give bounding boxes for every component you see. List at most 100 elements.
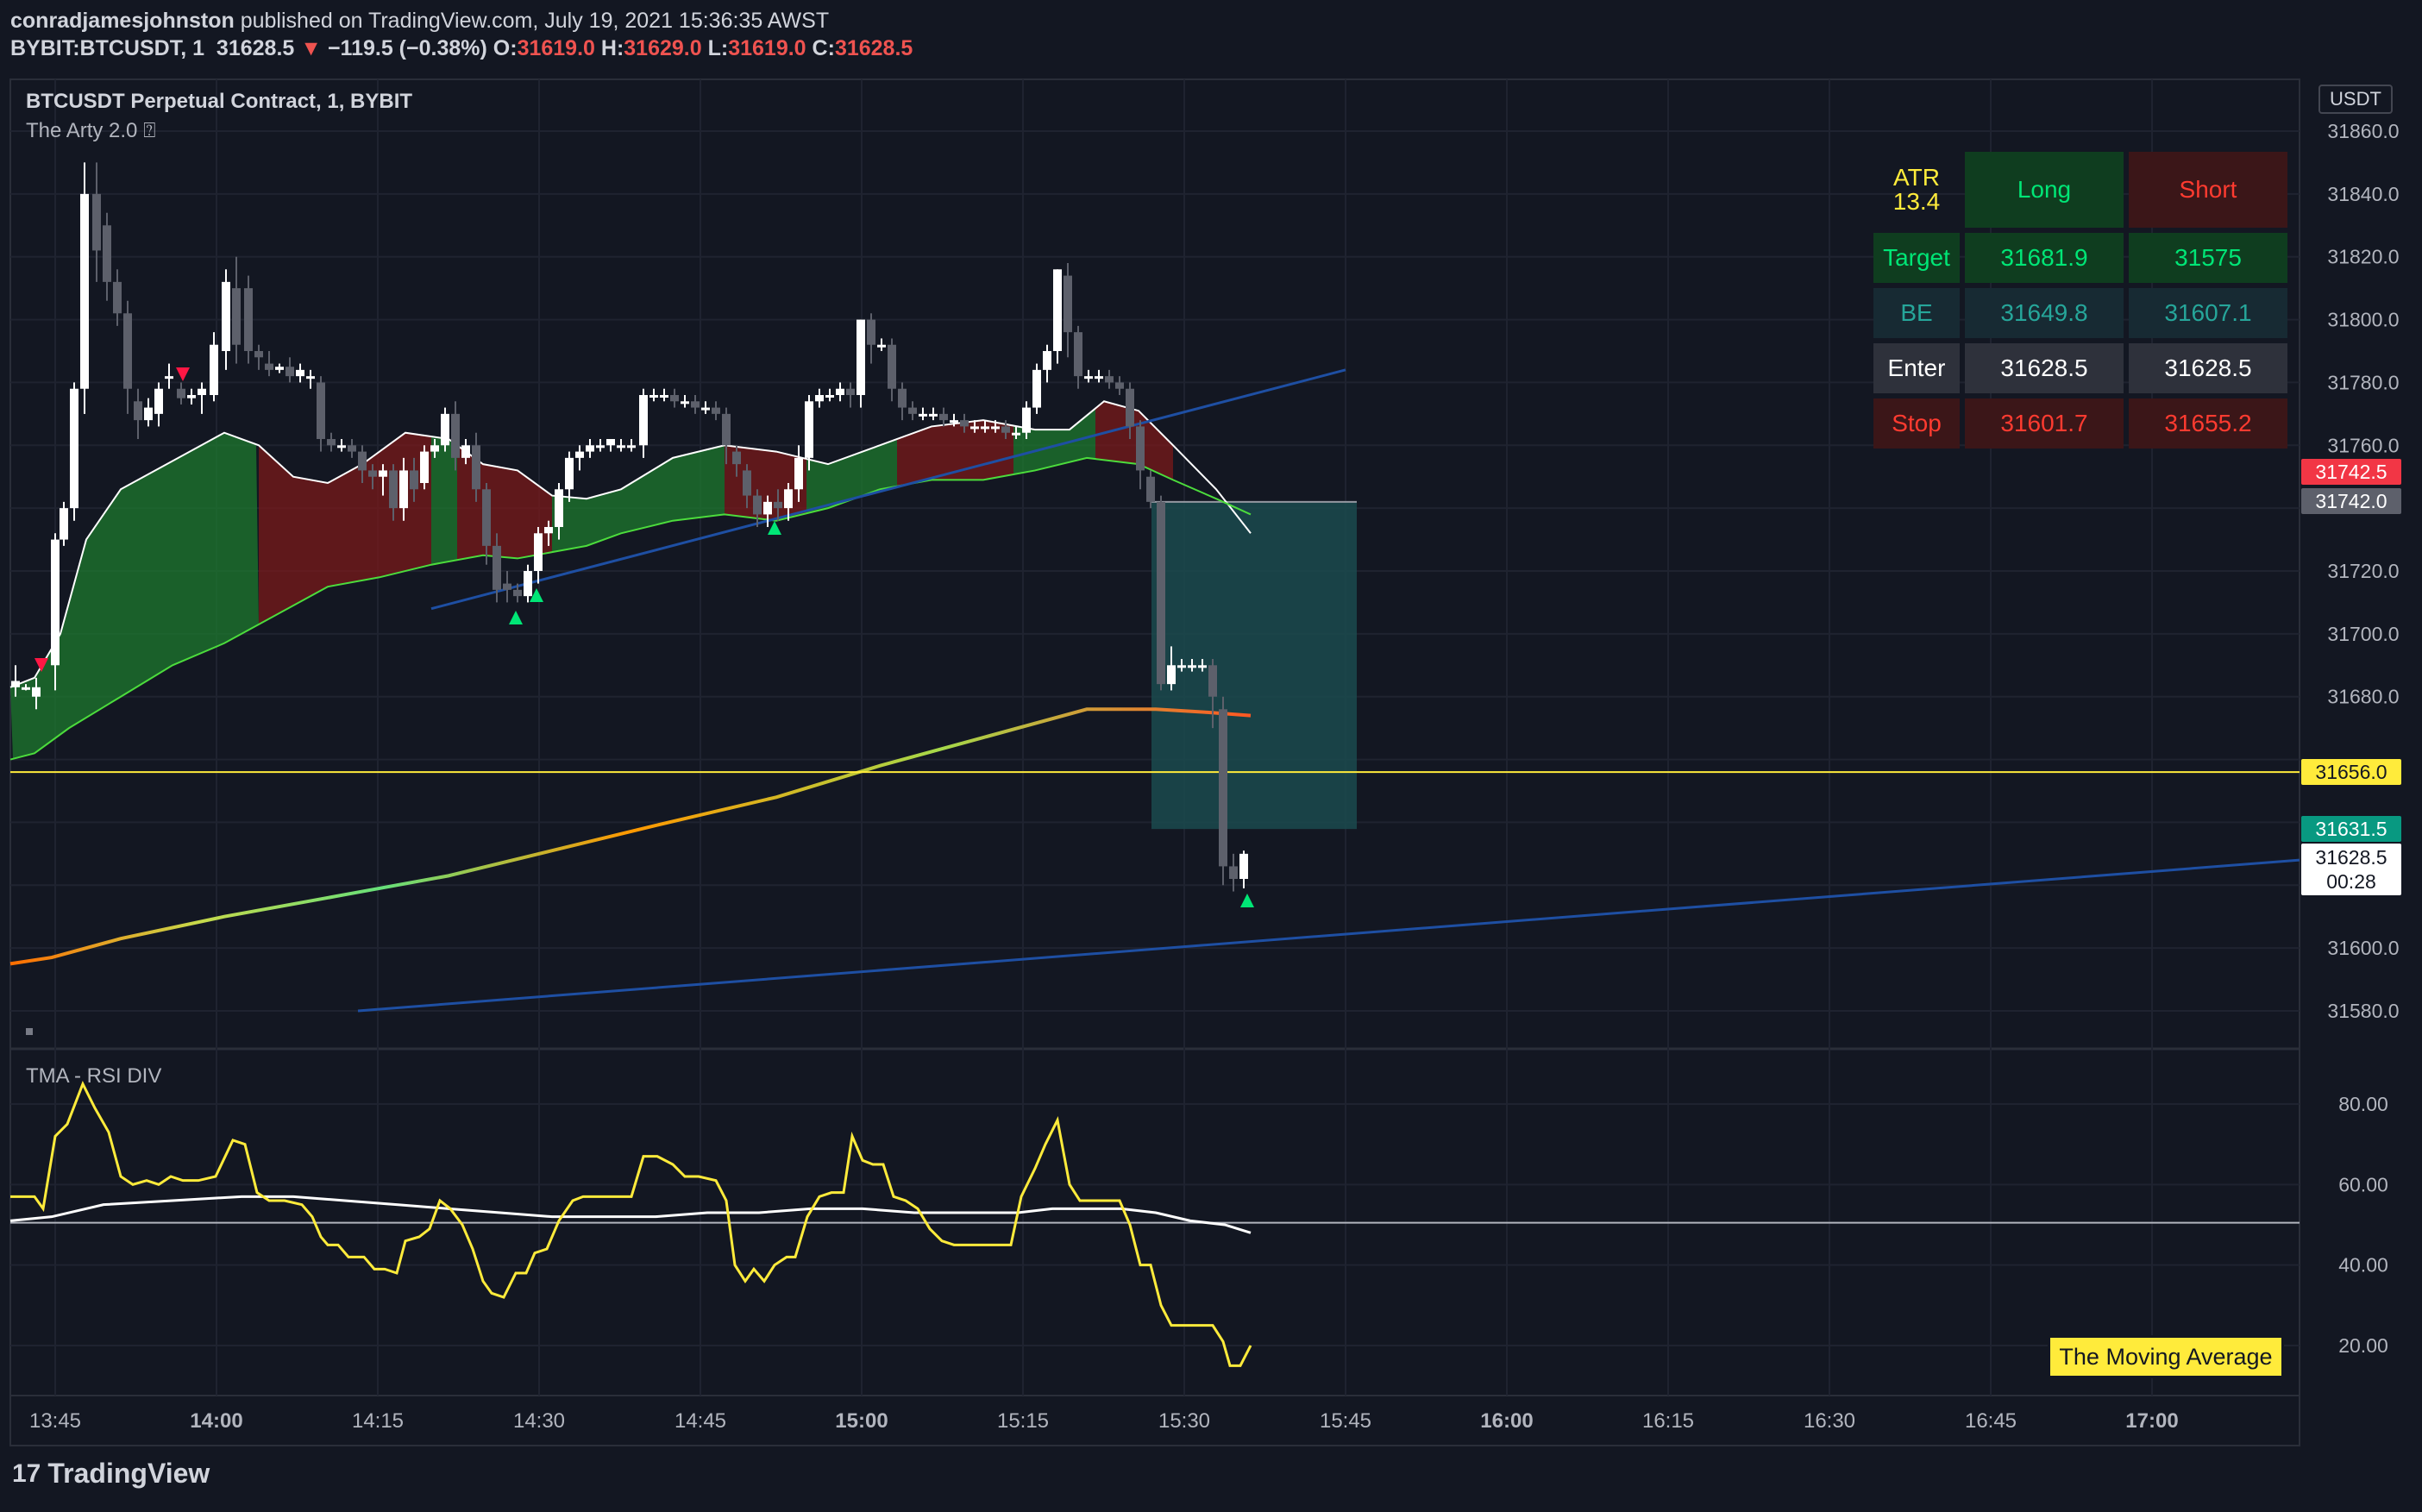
osc-axis-label: 60.00	[2338, 1173, 2388, 1195]
oscillator-title[interactable]: TMA - RSI DIV	[26, 1064, 161, 1089]
bear-candle	[1105, 376, 1114, 383]
time-axis-label: 16:30	[1804, 1409, 1855, 1433]
bear-candle	[265, 363, 273, 370]
time-axis-label: 14:30	[513, 1409, 565, 1433]
bear-candle	[134, 401, 142, 421]
tradingview-logo[interactable]: 17 TradingView	[12, 1458, 210, 1490]
price-axis-label: 31800.0	[2327, 309, 2399, 331]
bear-candle	[888, 344, 896, 389]
be-short: 31607.1	[2129, 288, 2287, 338]
bear-candle	[670, 395, 679, 402]
bull-candle	[649, 395, 658, 398]
close-value: 31628.5	[834, 36, 913, 60]
bear-candle	[348, 445, 356, 452]
enter-short: 31628.5	[2129, 343, 2287, 393]
bull-candle	[60, 508, 68, 540]
time-axis-label: 15:45	[1320, 1409, 1371, 1433]
trend-cloud	[806, 439, 897, 514]
time-axis-label: 14:45	[675, 1409, 726, 1433]
bear-candle	[244, 288, 253, 351]
bear-candle	[513, 589, 522, 597]
bull-candle	[306, 376, 315, 380]
bear-candle	[1146, 476, 1155, 502]
publisher-name[interactable]: conradjamesjohnston	[10, 9, 235, 33]
time-labels: 13:45 14:00 14:15 14:30 14:45 15:00 15:15 15:30…	[29, 1409, 2179, 1433]
buy-signal-icon	[509, 611, 523, 624]
bull-candle	[441, 413, 449, 446]
current-price: 31628.5	[2315, 846, 2387, 869]
bull-candle	[1012, 432, 1020, 436]
price-axis-label: 31780.0	[2327, 371, 2399, 393]
bear-candle	[472, 445, 480, 490]
bull-candle	[379, 470, 387, 477]
bear-candle	[898, 388, 907, 408]
bull-candle	[1022, 407, 1031, 433]
enter-label: Enter	[1873, 343, 1960, 393]
oscillator-lines	[9, 1080, 2300, 1367]
bull-candle	[1198, 665, 1207, 668]
price-axis-label: 31720.0	[2327, 560, 2399, 582]
bull-candle	[877, 344, 886, 348]
open-label: O:	[493, 36, 518, 60]
bull-candle	[210, 344, 218, 395]
bull-candle	[32, 687, 41, 697]
atr-label: ATR	[1893, 164, 1940, 191]
long-header: Long	[1965, 152, 2124, 228]
bear-candle	[103, 225, 111, 282]
short-header: Short	[2129, 152, 2287, 228]
bear-candle	[232, 288, 241, 345]
bull-candle	[524, 571, 532, 597]
bear-candle	[732, 451, 741, 465]
rsi-signal-line	[9, 1195, 1252, 1234]
bull-candle	[275, 367, 284, 370]
buy-signal-icon	[1240, 894, 1254, 907]
currency-button[interactable]: USDT	[2318, 85, 2393, 114]
bear-candle	[846, 388, 855, 395]
bull-candle	[950, 420, 958, 423]
bear-candle	[1115, 382, 1124, 389]
sell-signal-icon	[176, 367, 190, 381]
bull-candle	[70, 388, 78, 509]
bull-candle	[856, 319, 865, 395]
bull-candle	[1084, 376, 1093, 380]
bull-candle	[534, 533, 543, 571]
time-axis-label: 17:00	[2125, 1409, 2178, 1433]
price-tag-stop: 31742.5	[2301, 459, 2401, 485]
bull-candle	[187, 395, 196, 398]
time-axis-label: 16:45	[1965, 1409, 2017, 1433]
bull-candle	[1043, 351, 1051, 370]
bear-candle	[482, 489, 491, 546]
enter-long: 31628.5	[1965, 343, 2124, 393]
bull-candle	[627, 445, 636, 449]
bear-candle	[410, 470, 418, 490]
target-long: 31681.9	[1965, 233, 2124, 283]
osc-axis-label: 40.00	[2338, 1254, 2388, 1277]
bear-candle	[1157, 501, 1165, 685]
bear-candle	[712, 407, 720, 414]
down-arrow-icon: ▼	[300, 36, 322, 60]
bear-candle	[123, 313, 132, 389]
time-axis-label: 15:30	[1158, 1409, 1210, 1433]
current-price-tag: 31628.5 00:28	[2301, 844, 2401, 895]
bull-candle	[586, 445, 594, 452]
bull-candle	[565, 457, 574, 490]
chart-legend-title[interactable]: BTCUSDT Perpetual Contract, 1, BYBIT	[26, 90, 412, 114]
bear-candle	[451, 413, 460, 458]
bear-candle	[389, 470, 398, 509]
bull-candle	[165, 376, 173, 380]
be-label: BE	[1873, 288, 1960, 338]
bear-candle	[1126, 388, 1134, 427]
price-tag-entry: 31742.0	[2301, 488, 2401, 514]
bull-candle	[144, 407, 153, 421]
indicator-legend[interactable]: The Arty 2.0 ⍰	[26, 119, 155, 143]
bull-candle	[929, 413, 938, 417]
atr-cell: ATR 13.4	[1873, 152, 1960, 228]
stop-long: 31601.7	[1965, 398, 2124, 449]
pane-handle-icon	[26, 1028, 33, 1035]
change-value: −119.5 (−0.38%)	[327, 36, 487, 60]
high-label: H:	[600, 36, 624, 60]
bear-candle	[285, 367, 294, 377]
bull-candle	[763, 501, 772, 515]
buy-signal-icon	[768, 521, 781, 535]
bear-candle	[358, 451, 367, 471]
